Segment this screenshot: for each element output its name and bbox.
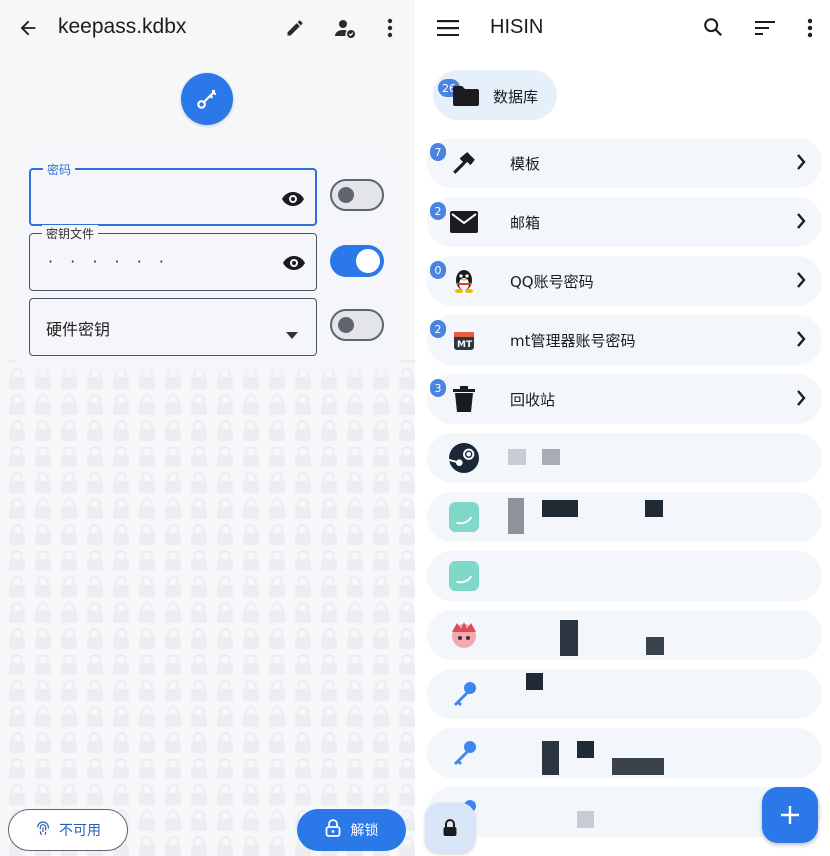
biometric-button[interactable]: 不可用 [8, 809, 128, 851]
root-group-chip[interactable]: 26 数据库 [433, 70, 557, 120]
entry-row[interactable] [427, 610, 822, 660]
redacted-text [612, 758, 664, 775]
biometric-button-label: 不可用 [59, 823, 101, 839]
sort-icon[interactable] [745, 8, 785, 48]
visibility-eye-icon[interactable] [282, 251, 306, 279]
more-vert-icon[interactable] [790, 8, 830, 48]
unlock-pane: keepass.kdbx 密码 密钥文件 · · · · · · 硬件密钥 不可… [0, 0, 415, 856]
database-title: keepass.kdbx [58, 15, 187, 38]
plus-icon [781, 806, 799, 824]
app-icon [449, 561, 479, 591]
chevron-right-icon [796, 272, 806, 292]
root-group-label: 数据库 [493, 88, 539, 106]
redacted-text [542, 500, 578, 517]
group-label: 模板 [510, 155, 541, 173]
group-row[interactable]: 0 QQ账号密码 [427, 256, 822, 306]
steam-icon [449, 443, 479, 473]
hammer-icon [449, 148, 479, 178]
top-app-bar: keepass.kdbx [0, 0, 415, 56]
password-toggle[interactable] [330, 179, 384, 211]
hardware-key-label: 硬件密钥 [46, 320, 111, 339]
password-field[interactable]: 密码 [29, 161, 317, 226]
redacted-text [560, 620, 578, 656]
database-name-title: HISIN [490, 16, 544, 38]
keyfile-field[interactable]: 密钥文件 · · · · · · [29, 225, 317, 291]
password-field-label: 密码 [43, 161, 76, 178]
group-label: 邮箱 [510, 214, 541, 232]
group-label: mt管理器账号密码 [510, 332, 636, 350]
more-vert-icon[interactable] [370, 8, 410, 48]
dropdown-caret-icon [286, 324, 298, 343]
lock-icon [443, 819, 457, 836]
group-label: 回收站 [510, 391, 556, 409]
chevron-right-icon [796, 331, 806, 351]
hardware-key-select[interactable]: 硬件密钥 [29, 298, 317, 356]
group-count-badge: 3 [430, 379, 446, 397]
unlock-button[interactable]: 解锁 [297, 809, 406, 851]
group-count-badge: 0 [430, 261, 446, 279]
group-count-badge: 2 [430, 202, 446, 220]
entry-row[interactable] [427, 669, 822, 719]
svg-text:MT: MT [457, 340, 473, 350]
group-row[interactable]: 3 回收站 [427, 374, 822, 424]
user-check-icon[interactable] [325, 8, 365, 48]
add-entry-button[interactable] [762, 787, 818, 843]
keyfile-toggle[interactable] [330, 245, 384, 277]
keyfile-field-value: · · · · · · [48, 252, 170, 271]
group-row[interactable]: MT 2 mt管理器账号密码 [427, 315, 822, 365]
redacted-text [508, 498, 524, 534]
key-icon [449, 738, 479, 768]
search-icon[interactable] [693, 7, 733, 47]
database-browser-pane: HISIN 26 数据库 7 模板 2 邮箱 0 QQ账号密码 MT 2 mt管… [415, 0, 830, 856]
group-count-badge: 7 [430, 143, 446, 161]
keyfile-field-label: 密钥文件 [42, 225, 99, 242]
redacted-text [526, 673, 543, 690]
redacted-text [542, 741, 559, 775]
group-label: QQ账号密码 [510, 273, 594, 291]
redacted-text [645, 500, 663, 517]
entry-row[interactable] [427, 728, 822, 778]
chevron-right-icon [796, 213, 806, 233]
redacted-text [577, 741, 594, 758]
fingerprint-icon [35, 820, 51, 840]
edit-pencil-icon[interactable] [275, 8, 315, 48]
entry-row[interactable] [427, 433, 822, 483]
chevron-right-icon [796, 154, 806, 174]
unlock-button-label: 解锁 [350, 823, 379, 839]
key-logo-icon [181, 73, 233, 125]
folder-icon [453, 86, 479, 110]
redacted-text [646, 637, 664, 655]
hardware-key-toggle[interactable] [330, 309, 384, 341]
app-icon [449, 502, 479, 532]
trash-icon [449, 384, 479, 414]
chevron-right-icon [796, 390, 806, 410]
key-icon [449, 679, 479, 709]
entry-row[interactable] [427, 551, 822, 601]
redacted-text [577, 811, 594, 828]
avatar-icon [449, 620, 479, 650]
lock-pattern-background [0, 360, 415, 856]
visibility-eye-icon[interactable] [281, 187, 305, 215]
entry-row[interactable] [427, 492, 822, 542]
group-row[interactable]: 7 模板 [427, 138, 822, 188]
back-arrow-icon[interactable] [8, 8, 48, 48]
qq-penguin-icon [449, 266, 479, 296]
redacted-text [508, 449, 526, 465]
group-row[interactable]: 2 邮箱 [427, 197, 822, 247]
mt-manager-icon: MT [449, 325, 479, 355]
mail-icon [449, 207, 479, 237]
lock-database-button[interactable] [425, 803, 475, 853]
redacted-text [542, 449, 560, 465]
lock-open-icon [325, 819, 341, 841]
menu-hamburger-icon[interactable] [428, 8, 468, 48]
group-count-badge: 2 [430, 320, 446, 338]
